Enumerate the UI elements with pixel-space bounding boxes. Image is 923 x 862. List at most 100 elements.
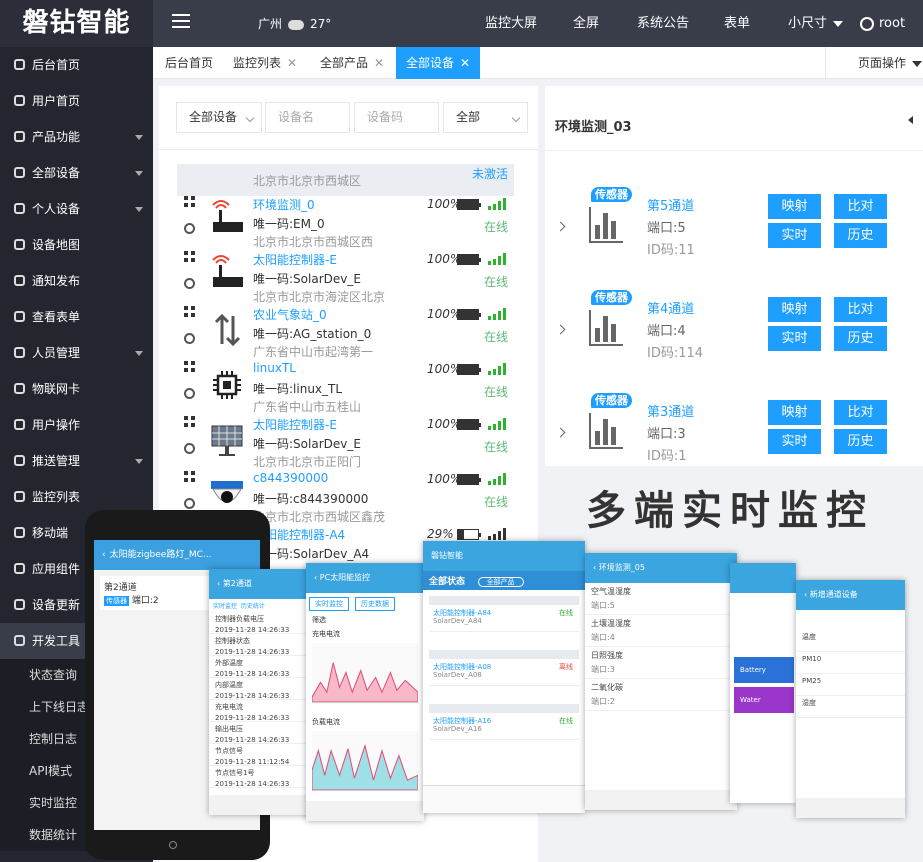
device-name[interactable]: c844390000 xyxy=(253,471,328,485)
device-row[interactable]: 农业气象站_0 唯一码:AG_station_0 广东省中山市起湾第一 100%… xyxy=(177,306,514,361)
shot1-tab: 实时监控 xyxy=(213,603,238,610)
history-button[interactable]: 历史 xyxy=(834,223,887,248)
gear-icon[interactable] xyxy=(184,388,195,399)
gear-icon[interactable] xyxy=(184,333,195,344)
sidebar-item-iot-card[interactable]: 物联网卡 xyxy=(0,371,153,407)
list-item: 节点信号1号 2019-11-28 14:26:33 xyxy=(209,766,313,788)
link-icon xyxy=(14,455,25,466)
history-button[interactable]: 历史 xyxy=(834,429,887,454)
realtime-button[interactable]: 实时 xyxy=(768,223,821,248)
device-code: 唯一码:linux_TL xyxy=(253,382,343,396)
nav-fullscreen[interactable]: 全屏 xyxy=(573,0,599,47)
sidebar-item-push[interactable]: 推送管理 xyxy=(0,443,153,479)
map-button[interactable]: 映射 xyxy=(768,400,821,425)
size-menu[interactable]: 小尺寸 xyxy=(788,0,844,47)
sidebar-item-staff[interactable]: 人员管理 xyxy=(0,335,153,371)
gear-icon[interactable] xyxy=(184,498,195,509)
map-button[interactable]: 映射 xyxy=(768,194,821,219)
tab-monitor-list[interactable]: 监控列表 ✕ xyxy=(223,47,307,79)
compare-button[interactable]: 比对 xyxy=(834,400,887,425)
history-button[interactable]: 历史 xyxy=(834,326,887,351)
device-name[interactable]: linuxTL xyxy=(253,361,296,375)
list-item: 太阳能控制器-A16 SolarDev_A16 在线 xyxy=(429,702,579,740)
grid-icon[interactable] xyxy=(184,196,195,207)
close-icon[interactable]: ✕ xyxy=(287,56,297,70)
page-operations-menu[interactable]: 页面操作 xyxy=(825,47,923,79)
grid-icon[interactable] xyxy=(184,416,195,427)
list-item: 充电电流 2019-11-28 14:26:33 xyxy=(209,700,313,722)
device-row[interactable]: 太阳能控制器-E 唯一码:SolarDev_E 北京市北京市正阳门 100% 在… xyxy=(177,416,514,471)
slogan-text: 多端实时监控 xyxy=(586,487,874,534)
compare-button[interactable]: 比对 xyxy=(834,194,887,219)
sidebar-item-all-devices[interactable]: 全部设备 xyxy=(0,155,153,191)
sidebar-item-device-map[interactable]: 设备地图 xyxy=(0,227,153,263)
status-select[interactable]: 全部 xyxy=(443,102,528,133)
device-row[interactable]: linuxTL 唯一码:linux_TL 广东省中山市五桂山 100% 在线 xyxy=(177,361,514,416)
tab-label: 全部产品 xyxy=(320,56,369,70)
grid-icon[interactable] xyxy=(184,361,195,372)
sidebar-item-view-forms[interactable]: 查看表单 xyxy=(0,299,153,335)
device-scope-value: 全部设备 xyxy=(189,110,238,124)
menu-toggle-icon[interactable] xyxy=(172,14,190,30)
sidebar-item-admin-home[interactable]: 后台首页 xyxy=(0,47,153,83)
chevron-right-icon[interactable] xyxy=(555,221,566,232)
top-bar: 磐钻智能 广州 27° 监控大屏 全屏 系统公告 表单 小尺寸 root xyxy=(0,0,923,47)
sidebar-item-label: 通知发布 xyxy=(32,274,81,288)
channel-name[interactable]: 第3通道 xyxy=(647,401,694,420)
gear-icon[interactable] xyxy=(184,223,195,234)
tab-label: 后台首页 xyxy=(165,56,214,70)
device-code-input[interactable]: 设备码 xyxy=(354,102,439,133)
tab-all-devices[interactable]: 全部设备 ✕ xyxy=(396,47,481,79)
monitor-icon xyxy=(14,95,25,106)
map-button[interactable]: 映射 xyxy=(768,297,821,322)
device-row[interactable]: 太阳能控制器-E 唯一码:SolarDev_E 北京市北京市海淀区北京 100%… xyxy=(177,251,514,306)
grid-icon[interactable] xyxy=(184,306,195,317)
device-name[interactable]: 农业气象站_0 xyxy=(253,306,327,323)
chevron-right-icon[interactable] xyxy=(555,324,566,335)
chart1-title: 充电电流 xyxy=(312,630,340,638)
realtime-button[interactable]: 实时 xyxy=(768,326,821,351)
nav-announcement[interactable]: 系统公告 xyxy=(637,0,689,47)
load-current-chart xyxy=(312,731,418,791)
list-item: 控制器负载电压 2019-11-28 14:26:33 xyxy=(209,612,313,634)
compare-button[interactable]: 比对 xyxy=(834,297,887,322)
device-status: 在线 xyxy=(483,275,508,289)
sidebar-item-notifications[interactable]: 通知发布 xyxy=(0,263,153,299)
device-name-input[interactable]: 设备名 xyxy=(265,102,350,133)
android-nav-bar xyxy=(796,798,905,818)
device-name[interactable]: 太阳能控制器-E xyxy=(253,251,337,268)
user-menu[interactable]: root xyxy=(860,0,905,47)
device-row[interactable]: 环境监测_0 唯一码:EM_0 北京市北京市西城区西 100% 在线 xyxy=(177,196,514,251)
nav-form[interactable]: 表单 xyxy=(724,0,750,47)
close-icon[interactable]: ✕ xyxy=(460,56,470,70)
tab-all-products[interactable]: 全部产品 ✕ xyxy=(310,47,394,79)
chip-icon xyxy=(14,167,25,178)
grid-icon[interactable] xyxy=(184,471,195,482)
close-icon[interactable]: ✕ xyxy=(374,56,384,70)
weather-widget: 广州 27° xyxy=(258,15,331,32)
tab-admin-home[interactable]: 后台首页 xyxy=(155,47,223,79)
chevron-right-icon[interactable] xyxy=(555,427,566,438)
device-name[interactable]: 环境监测_0 xyxy=(253,196,315,213)
sidebar-item-personal-devices[interactable]: 个人设备 xyxy=(0,191,153,227)
device-row[interactable]: 北京市北京市西城区 未激活 xyxy=(177,164,514,196)
grid-icon[interactable] xyxy=(184,251,195,262)
monitor-title: 环境监测_03 xyxy=(555,120,632,135)
device-status: 在线 xyxy=(483,385,508,399)
sensor-tag: 传感器 xyxy=(591,393,632,408)
list-item: 输出电压 2019-11-28 14:26:33 xyxy=(209,722,313,744)
gear-icon[interactable] xyxy=(184,278,195,289)
channel-name[interactable]: 第5通道 xyxy=(647,195,694,214)
device-scope-select[interactable]: 全部设备 xyxy=(176,102,262,133)
filter-label: 筛选 xyxy=(312,616,326,624)
nav-monitor-screen[interactable]: 监控大屏 xyxy=(485,0,537,47)
mobile-screen-solar-chart: ‹ PC太阳能监控 实时监控 历史数据 筛选 充电电流 负载电流 xyxy=(306,563,424,821)
collapse-icon[interactable] xyxy=(908,116,913,124)
sidebar-item-product-functions[interactable]: 产品功能 xyxy=(0,119,153,155)
device-name[interactable]: 太阳能控制器-E xyxy=(253,416,337,433)
sidebar-item-user-home[interactable]: 用户首页 xyxy=(0,83,153,119)
realtime-button[interactable]: 实时 xyxy=(768,429,821,454)
channel-name[interactable]: 第4通道 xyxy=(647,298,694,317)
gear-icon[interactable] xyxy=(184,443,195,454)
sidebar-item-user-operations[interactable]: 用户操作 xyxy=(0,407,153,443)
